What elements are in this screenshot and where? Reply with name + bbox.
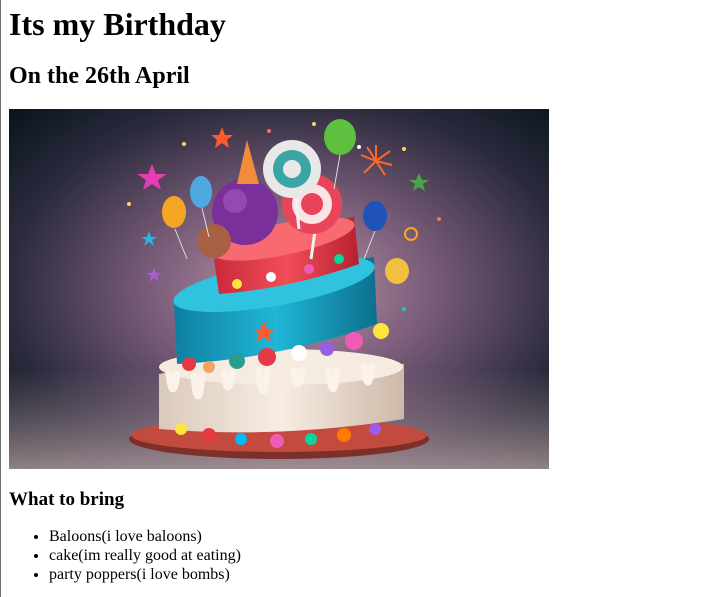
page-subtitle: On the 26th April <box>9 63 190 89</box>
birthday-cake-image <box>9 109 549 469</box>
page-title: Its my Birthday <box>9 6 226 42</box>
bring-list-item: cake(im really good at eating) <box>49 546 699 565</box>
window-left-border <box>0 0 1 597</box>
what-to-bring-heading: What to bring <box>9 489 125 510</box>
bring-list: Baloons(i love baloons) cake(im really g… <box>9 527 699 584</box>
page-content: Its my Birthday On the 26th April What t… <box>9 0 699 584</box>
bring-list-item: Baloons(i love baloons) <box>49 527 699 546</box>
bring-list-item: party poppers(i love bombs) <box>49 565 699 584</box>
